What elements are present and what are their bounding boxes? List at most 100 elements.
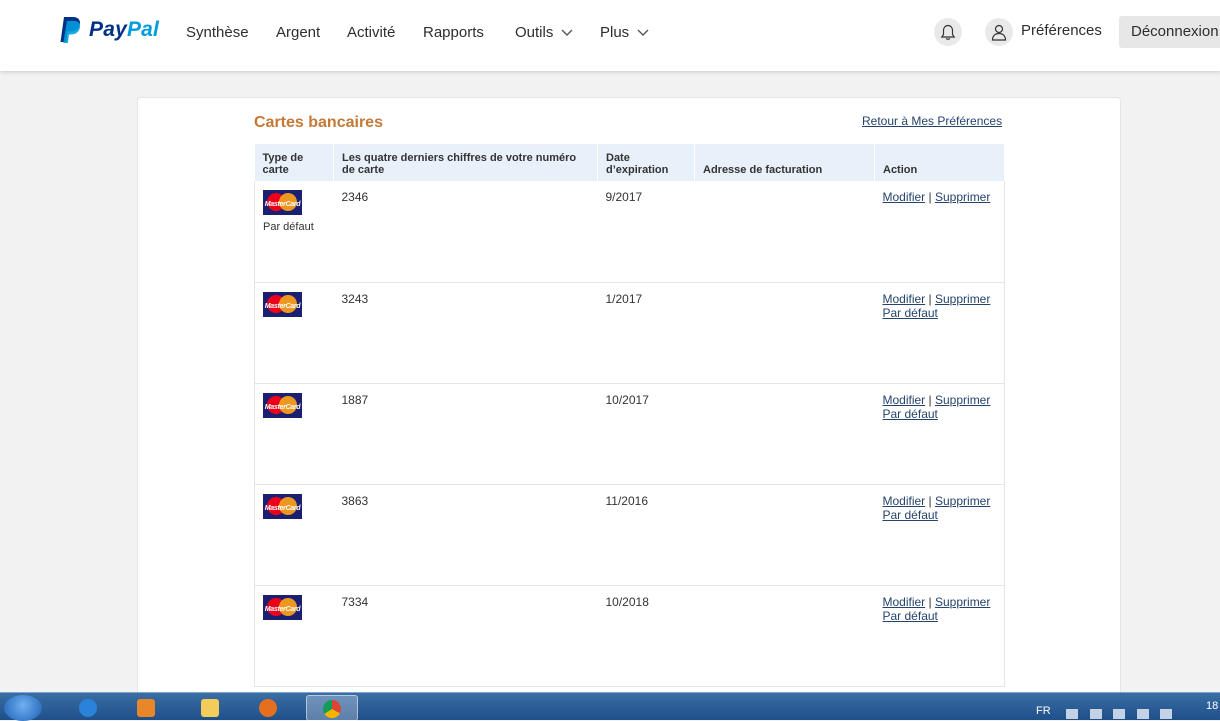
card-type-cell: MasterCard: [254, 383, 334, 485]
modify-link[interactable]: Modifier: [883, 292, 926, 306]
back-to-preferences-link[interactable]: Retour à Mes Préférences: [862, 114, 1002, 128]
action-cell: Modifier | Supprimer Par défaut: [874, 484, 1005, 586]
taskbar-chrome[interactable]: [306, 695, 358, 721]
delete-link[interactable]: Supprimer: [935, 292, 990, 306]
card-type-cell: MasterCard: [254, 484, 334, 586]
set-default-link[interactable]: Par défaut: [883, 306, 938, 320]
tray-network-icon[interactable]: [1137, 709, 1149, 719]
billing-address-cell: [694, 484, 875, 586]
last-digits-cell: 3863: [333, 484, 598, 586]
nav-label: Rapports: [423, 24, 484, 41]
modify-link[interactable]: Modifier: [883, 595, 926, 609]
last-digits-cell: 2346: [333, 181, 598, 283]
modify-link[interactable]: Modifier: [883, 494, 926, 508]
column-header-billing-address: Adresse de facturation: [694, 144, 875, 181]
nav-label: Outils: [515, 24, 554, 41]
nav-item-synthese[interactable]: Synthèse: [186, 24, 249, 41]
action-cell: Modifier | Supprimer Par défaut: [874, 282, 1005, 384]
bell-icon: [940, 24, 956, 40]
set-default-link[interactable]: Par défaut: [883, 407, 938, 421]
card-brand-label: MasterCard: [264, 201, 301, 208]
nav-label: Synthèse: [186, 24, 249, 41]
taskbar-firefox[interactable]: [246, 695, 290, 721]
action-separator: |: [928, 493, 932, 508]
start-button[interactable]: [4, 695, 42, 721]
mastercard-logo-icon: MasterCard: [263, 392, 302, 418]
chrome-icon: [323, 700, 341, 718]
nav-label: Plus: [600, 24, 630, 41]
table-header-row: Type de carte Les quatre derniers chiffr…: [254, 144, 1005, 181]
mastercard-logo-icon: MasterCard: [263, 291, 302, 317]
nav-label: Activité: [347, 24, 396, 41]
table-row: MasterCard 7334 10/2018 Modifier | Supprime…: [254, 585, 1005, 687]
language-indicator[interactable]: FR: [1036, 705, 1051, 717]
set-default-link[interactable]: Par défaut: [883, 609, 938, 623]
notifications-button[interactable]: [934, 18, 962, 46]
page-title: Cartes bancaires: [254, 114, 383, 131]
tray-flag-icon[interactable]: [1090, 709, 1102, 719]
modify-link[interactable]: Modifier: [883, 393, 926, 407]
table-row: MasterCard 3243 1/2017 Modifier | Supprimer…: [254, 282, 1005, 384]
preferences-link[interactable]: Préférences: [1021, 22, 1102, 39]
tray-volume-icon[interactable]: [1160, 709, 1172, 719]
brand-pay: Pay: [89, 18, 127, 41]
card-type-cell: MasterCard: [254, 282, 334, 384]
nav-label: Argent: [276, 24, 321, 41]
action-separator: |: [928, 594, 932, 609]
taskbar-media-player[interactable]: [124, 695, 168, 721]
last-digits-cell: 1887: [333, 383, 598, 485]
profile-button[interactable]: [985, 18, 1013, 46]
column-header-last-digits: Les quatre derniers chiffres de votre nu…: [333, 144, 598, 181]
action-cell: Modifier | Supprimer Par défaut: [874, 585, 1005, 687]
top-navigation-bar: PayPal Synthèse Argent Activité Rapports…: [0, 0, 1220, 71]
expiry-cell: 11/2016: [597, 484, 695, 586]
billing-address-cell: [694, 383, 875, 485]
expiry-cell: 10/2017: [597, 383, 695, 485]
card-type-cell: MasterCard Par défaut: [254, 181, 334, 283]
mastercard-logo-icon: MasterCard: [263, 493, 302, 519]
card-brand-label: MasterCard: [264, 302, 301, 310]
modify-link[interactable]: Modifier: [883, 190, 926, 204]
tray-power-icon[interactable]: [1113, 709, 1125, 719]
tray-chevron-up-icon[interactable]: [1066, 709, 1078, 719]
paypal-p-icon: [60, 17, 81, 43]
taskbar-file-explorer[interactable]: [188, 695, 232, 721]
column-header-action: Action: [874, 144, 1005, 181]
expiry-cell: 9/2017: [597, 181, 695, 283]
paypal-wordmark: PayPal: [89, 18, 159, 42]
brand-pal: Pal: [126, 18, 160, 41]
column-header-card-type: Type de carte: [254, 144, 334, 181]
expiry-cell: 10/2018: [597, 585, 695, 687]
media-player-icon: [137, 699, 155, 717]
action-cell: Modifier | Supprimer Par défaut: [874, 383, 1005, 485]
billing-address-cell: [694, 282, 875, 384]
set-default-link[interactable]: Par défaut: [883, 508, 938, 522]
table-row: MasterCard 3863 11/2016 Modifier | Supprime…: [254, 484, 1005, 586]
paypal-logo[interactable]: PayPal: [58, 16, 159, 44]
delete-link[interactable]: Supprimer: [935, 595, 990, 609]
folder-icon: [201, 699, 219, 717]
user-icon: [991, 24, 1007, 41]
action-separator: |: [928, 291, 932, 306]
nav-item-activite[interactable]: Activité: [347, 24, 395, 41]
delete-link[interactable]: Supprimer: [935, 190, 990, 204]
action-cell: Modifier | Supprimer: [874, 181, 1005, 283]
logout-label: Déconnexion: [1131, 23, 1219, 40]
system-clock[interactable]: 18: [1206, 700, 1218, 712]
column-header-expiry: Date d’expiration: [597, 144, 695, 181]
taskbar-internet-explorer[interactable]: [66, 695, 110, 721]
table-row: MasterCard Par défaut 2346 9/2017 Modifier |…: [254, 181, 1005, 283]
action-separator: |: [928, 190, 932, 204]
delete-link[interactable]: Supprimer: [935, 494, 990, 508]
nav-item-outils[interactable]: Outils: [515, 24, 573, 41]
nav-item-plus[interactable]: Plus: [600, 24, 649, 41]
delete-link[interactable]: Supprimer: [935, 393, 990, 407]
nav-item-rapports[interactable]: Rapports: [423, 24, 484, 41]
last-digits-cell: 7334: [333, 585, 598, 687]
action-separator: |: [928, 392, 932, 407]
last-digits-cell: 3243: [333, 282, 598, 384]
billing-address-cell: [694, 181, 875, 283]
logout-button[interactable]: Déconnexion: [1119, 16, 1220, 48]
nav-item-argent[interactable]: Argent: [276, 24, 320, 41]
chevron-down-icon: [561, 29, 573, 36]
